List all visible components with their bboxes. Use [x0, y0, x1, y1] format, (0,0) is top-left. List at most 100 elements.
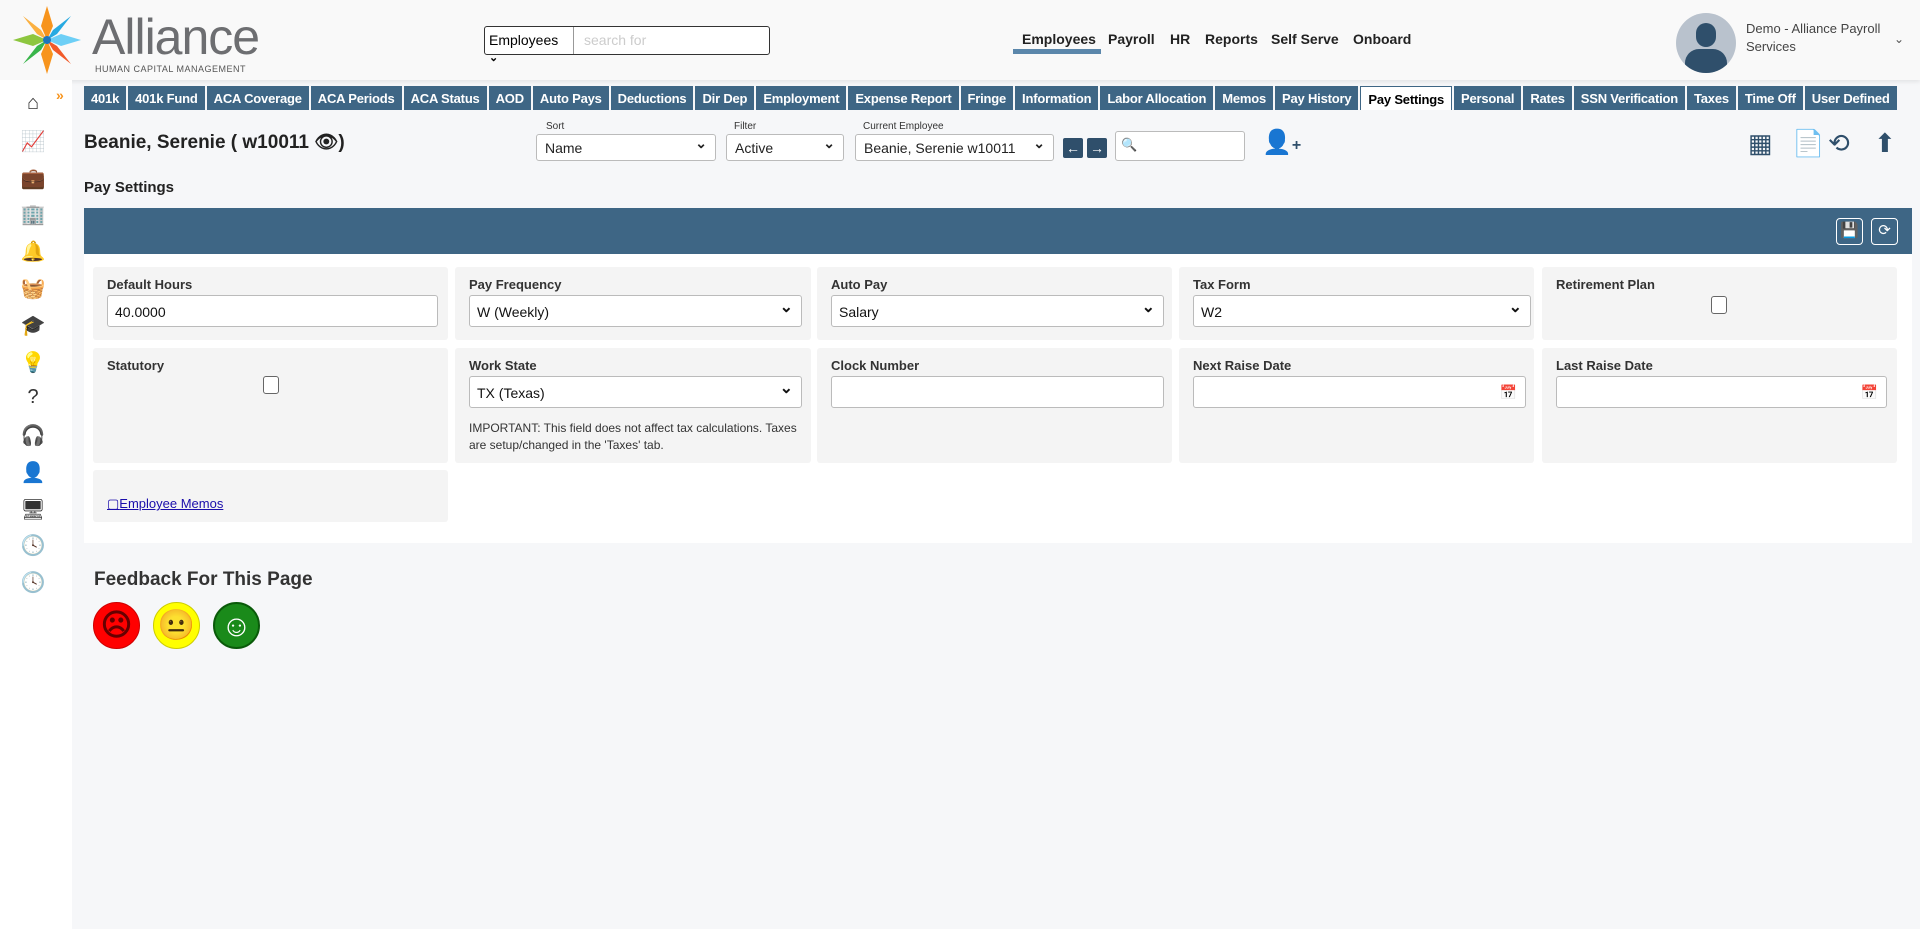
tab-memos[interactable]: Memos — [1215, 86, 1274, 110]
grid-view-icon[interactable]: ▦ — [1748, 128, 1773, 159]
employee-memos-link[interactable]: ▢Employee Memos — [107, 496, 223, 512]
analytics-icon[interactable]: 📈 — [20, 129, 46, 155]
tab-rates[interactable]: Rates — [1523, 86, 1572, 110]
tab-aca-status[interactable]: ACA Status — [403, 86, 487, 110]
refresh-icon[interactable]: ⟳ — [1871, 218, 1898, 245]
tab-personal[interactable]: Personal — [1454, 86, 1522, 110]
nav-reports[interactable]: Reports — [1205, 31, 1258, 47]
calendar-icon[interactable]: 📅 — [1500, 384, 1517, 401]
upload-document-icon[interactable]: ⬆ — [1874, 128, 1896, 159]
avatar[interactable] — [1676, 13, 1736, 73]
last-raise-date-input[interactable]: 📅 — [1556, 376, 1887, 408]
next-raise-date-card: Next Raise Date 📅 — [1179, 348, 1534, 463]
retirement-plan-checkbox[interactable] — [1711, 296, 1727, 314]
sort-select[interactable]: Name — [536, 134, 716, 161]
expand-sidebar-icon[interactable]: » — [56, 87, 64, 103]
tab-fringe[interactable]: Fringe — [960, 86, 1014, 110]
tab-pay-settings[interactable]: Pay Settings — [1360, 86, 1453, 110]
next-raise-date-input[interactable]: 📅 — [1193, 376, 1526, 408]
nav-hr[interactable]: HR — [1170, 31, 1190, 47]
tab-employment[interactable]: Employment — [756, 86, 847, 110]
last-raise-date-label: Last Raise Date — [1556, 358, 1653, 373]
next-employee-button[interactable]: → — [1087, 138, 1107, 158]
tax-form-card: Tax Form W2 — [1179, 267, 1534, 340]
tax-form-select[interactable]: W2 — [1193, 295, 1531, 327]
neutral-face-icon[interactable]: 😐 — [153, 602, 200, 649]
current-employee-select[interactable]: Beanie, Serenie w10011 — [855, 134, 1054, 161]
clock-number-input[interactable] — [831, 376, 1164, 408]
save-icon[interactable]: 💾 — [1836, 218, 1863, 245]
nav-payroll[interactable]: Payroll — [1108, 31, 1155, 47]
employee-name-text: Beanie, Serenie ( w10011 — [84, 132, 309, 153]
section-toolbar — [84, 208, 1912, 254]
tab-aod[interactable]: AOD — [488, 86, 531, 110]
work-state-select[interactable]: TX (Texas) — [469, 376, 802, 408]
nav-employees[interactable]: Employees — [1022, 31, 1096, 47]
monitor-icon[interactable]: 🖥 — [20, 497, 46, 523]
employee-memos-card: ▢Employee Memos — [93, 470, 448, 522]
home-icon[interactable]: ⌂ — [20, 92, 46, 118]
sad-face-icon[interactable]: ☹ — [93, 602, 140, 649]
tab-user-defined[interactable]: User Defined — [1804, 86, 1897, 110]
tab-auto-pays[interactable]: Auto Pays — [532, 86, 609, 110]
calendar-icon[interactable]: 📅 — [1861, 384, 1878, 401]
tab-deductions[interactable]: Deductions — [610, 86, 694, 110]
help-icon[interactable]: ? — [20, 386, 46, 412]
pay-frequency-select[interactable]: W (Weekly) — [469, 295, 802, 327]
default-hours-input[interactable]: 40.0000 — [107, 295, 438, 327]
tab-aca-coverage[interactable]: ACA Coverage — [206, 86, 309, 110]
next-raise-date-label: Next Raise Date — [1193, 358, 1292, 373]
tab-pay-history[interactable]: Pay History — [1275, 86, 1359, 110]
tab-information[interactable]: Information — [1015, 86, 1099, 110]
building-icon[interactable]: 🏢 — [20, 202, 46, 228]
statutory-checkbox[interactable] — [263, 376, 279, 394]
retirement-plan-card: Retirement Plan — [1542, 267, 1897, 340]
tab-aca-periods[interactable]: ACA Periods — [310, 86, 402, 110]
tab-taxes[interactable]: Taxes — [1687, 86, 1736, 110]
clock-icon[interactable]: 🕓 — [20, 570, 46, 596]
eye-icon[interactable]: 👁 — [314, 132, 338, 153]
employee-search-input[interactable]: 🔍 — [1115, 131, 1245, 161]
person-icon[interactable]: 👤 — [20, 460, 46, 486]
nav-self-serve[interactable]: Self Serve — [1271, 31, 1339, 47]
headphones-icon[interactable]: 🎧 — [20, 423, 46, 449]
search-input[interactable]: search for — [574, 27, 769, 54]
memo-icon: ▢ — [107, 496, 120, 511]
add-employee-icon[interactable]: 👤+ — [1262, 128, 1301, 157]
basket-icon[interactable]: 🧺 — [20, 276, 46, 302]
user-menu-chevron-icon[interactable]: ⌄ — [1894, 32, 1904, 46]
section-title: Pay Settings — [84, 179, 175, 196]
bell-icon[interactable]: 🔔 — [20, 239, 46, 265]
retirement-plan-label: Retirement Plan — [1556, 277, 1655, 292]
pay-frequency-label: Pay Frequency — [469, 277, 562, 292]
last-raise-date-card: Last Raise Date 📅 — [1542, 348, 1897, 463]
history-icon[interactable]: ⟲ — [1828, 128, 1850, 159]
tab-dir-dep[interactable]: Dir Dep — [695, 86, 755, 110]
logo-subtitle: HUMAN CAPITAL MANAGEMENT — [95, 64, 247, 74]
tab-expense-report[interactable]: Expense Report — [848, 86, 959, 110]
clock-icon[interactable]: 🕓 — [20, 533, 46, 559]
default-hours-label: Default Hours — [107, 277, 193, 292]
tab-time-off[interactable]: Time Off — [1737, 86, 1803, 110]
graduation-cap-icon[interactable]: 🎓 — [20, 313, 46, 339]
lightbulb-icon[interactable]: 💡 — [20, 350, 46, 376]
search-icon: 🔍 — [1121, 137, 1138, 152]
auto-pay-label: Auto Pay — [831, 277, 888, 292]
tab-ssn-verification[interactable]: SSN Verification — [1573, 86, 1685, 110]
tab-labor-allocation[interactable]: Labor Allocation — [1100, 86, 1214, 110]
tab-401k[interactable]: 401k — [84, 86, 127, 110]
tab-401k-fund[interactable]: 401k Fund — [128, 86, 205, 110]
nav-active-indicator — [1013, 49, 1101, 54]
nav-onboard[interactable]: Onboard — [1353, 31, 1411, 47]
search-scope-select[interactable]: Employees ⌄ — [485, 27, 574, 64]
search-scope-value: Employees — [489, 32, 559, 48]
briefcase-icon[interactable]: 💼 — [20, 166, 46, 192]
happy-face-icon[interactable]: ☺ — [213, 602, 260, 649]
filter-label: Filter — [734, 121, 757, 132]
user-name[interactable]: Demo - Alliance Payroll Services — [1746, 20, 1886, 56]
filter-select[interactable]: Active — [726, 134, 844, 161]
document-icon[interactable]: 📄 — [1792, 128, 1824, 159]
previous-employee-button[interactable]: ← — [1063, 138, 1083, 158]
auto-pay-select[interactable]: Salary — [831, 295, 1164, 327]
global-search: Employees ⌄ search for — [484, 26, 770, 64]
